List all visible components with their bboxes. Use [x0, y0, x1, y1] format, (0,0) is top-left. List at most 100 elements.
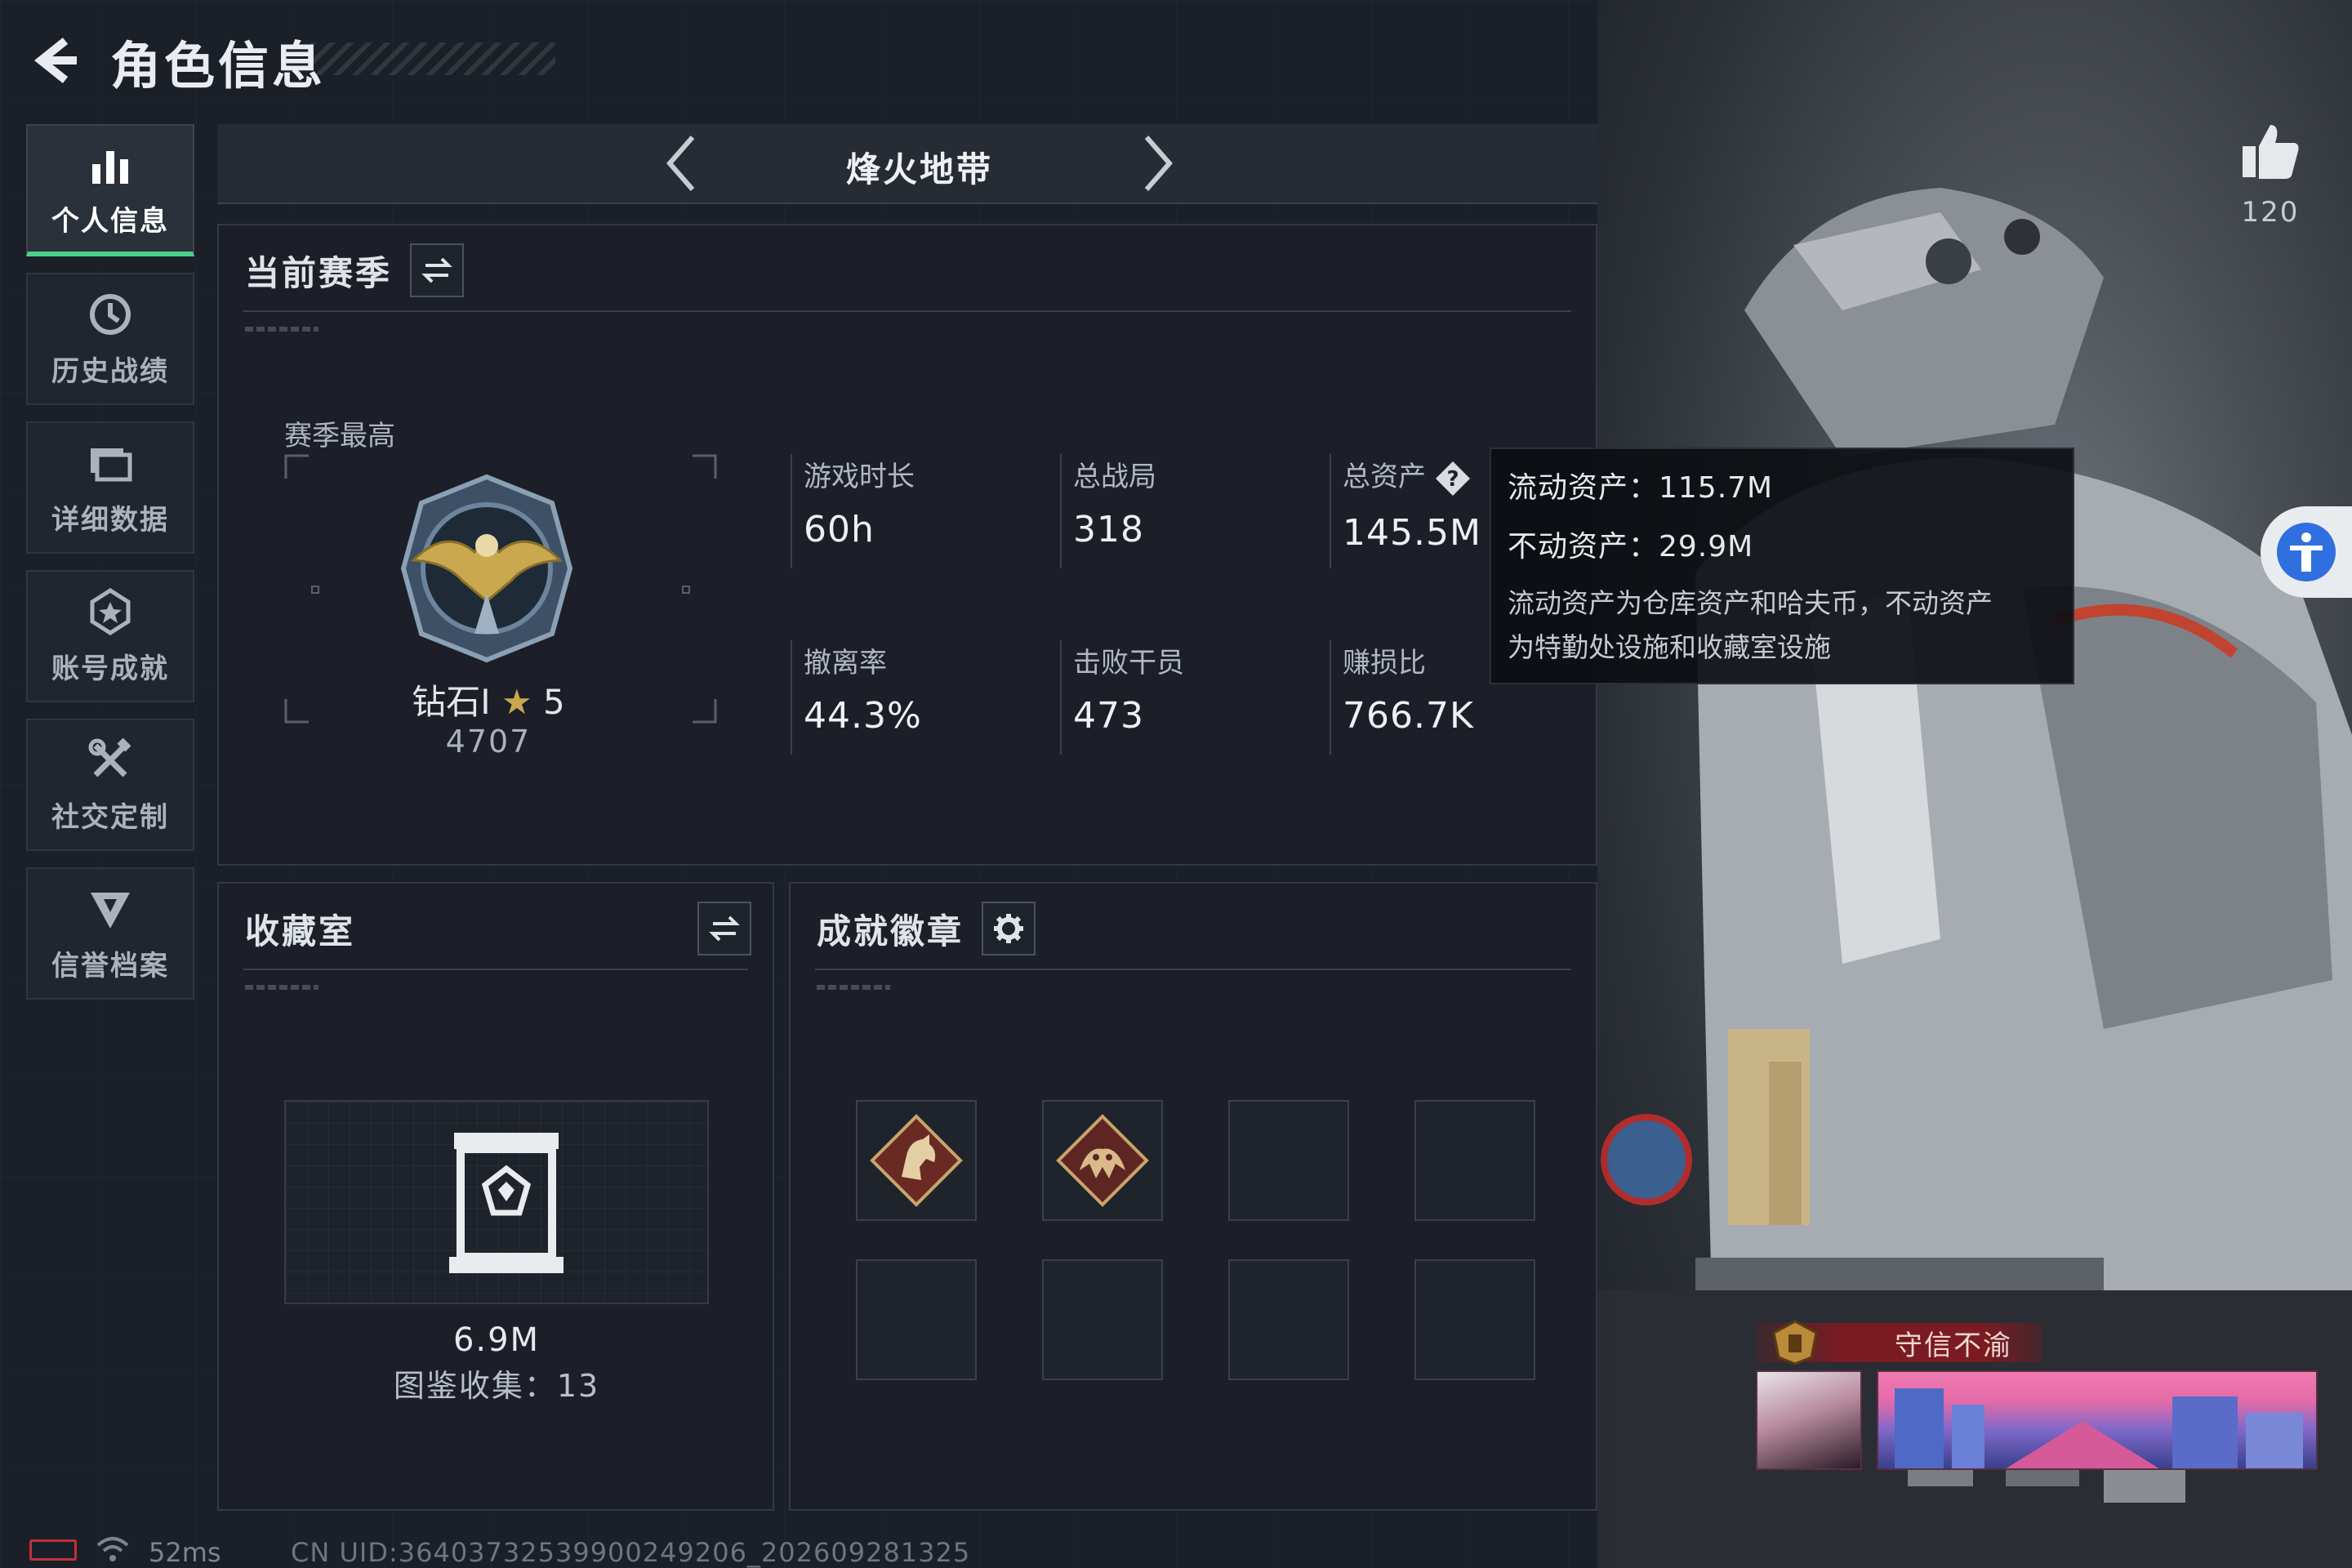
collection-value: 6.9M	[452, 1321, 541, 1359]
stat-profit-ratio: 赚损比 766.7K	[1330, 640, 1474, 755]
panel-title: 收藏室	[245, 911, 356, 951]
switch-season-button[interactable]	[410, 243, 465, 297]
bar-chart-icon	[92, 150, 128, 184]
stat-label: 撤离率	[804, 647, 887, 679]
player-title-text: 守信不渝	[1895, 1329, 2012, 1362]
accessibility-icon	[2277, 523, 2336, 581]
stat-value: 318	[1073, 509, 1144, 550]
svg-text:?: ?	[1446, 467, 1459, 492]
badge-slot[interactable]	[1042, 1100, 1163, 1221]
collection-count: 图鉴收集：13	[393, 1368, 600, 1404]
stat-playtime: 游戏时长 60h	[791, 454, 915, 568]
chevron-left-icon[interactable]	[650, 131, 715, 196]
history-clock-icon	[90, 293, 131, 335]
stat-total-assets: 总资产 ? 145.5M	[1330, 454, 1481, 568]
current-season-panel: 当前赛季 赛季最高 钻石Ⅰ ★ 5 4707 游戏时长 60h 总战局 318 …	[217, 224, 1597, 866]
sidebar-item-detailed-data[interactable]: 详细数据	[26, 421, 194, 554]
user-uid: CN UID:3640373253990024​9206_20260928132…	[291, 1537, 971, 1568]
tooltip-note-line: 为特勤处设施和收藏室设施	[1508, 631, 1831, 663]
stat-kills: 击败干员 473	[1060, 640, 1184, 755]
tooltip-liquid-assets: 流动资产：115.7M	[1508, 471, 1774, 505]
sidebar-item-label: 个人信息	[51, 204, 169, 238]
stat-value: 145.5M	[1343, 511, 1481, 554]
panel-title: 当前赛季	[245, 252, 393, 293]
stat-extract-rate: 撤离率 44.3%	[791, 640, 922, 755]
title-emblem-icon	[1772, 1320, 1818, 1365]
avatar[interactable]	[1756, 1370, 1862, 1470]
rank-score: 4707	[445, 724, 532, 760]
rank-stars: 5	[543, 682, 565, 722]
stat-label: 击败干员	[1073, 647, 1184, 679]
help-question-icon[interactable]: ?	[1434, 460, 1472, 497]
credibility-badge-icon	[91, 892, 130, 929]
page-title: 角色信息	[110, 36, 327, 96]
tooltip-note: 流动资产为仓库资产和哈夫币，不动资产 为特勤处设施和收藏室设施	[1508, 581, 2056, 670]
collection-room-panel: 收藏室 6.9M 图鉴收集：13	[217, 882, 774, 1511]
sidebar-item-label: 账号成就	[51, 652, 169, 685]
stat-value: 766.7K	[1343, 695, 1474, 737]
display-case-icon	[449, 1133, 564, 1273]
divider	[815, 969, 1571, 970]
profile-banner[interactable]	[1877, 1370, 2318, 1470]
badge-slot-empty[interactable]	[1228, 1100, 1349, 1221]
chevron-right-icon[interactable]	[1124, 131, 1189, 196]
mode-selector: 烽火地带	[217, 124, 1597, 204]
badge-slot[interactable]	[856, 1100, 977, 1221]
sidebar-item-achievements[interactable]: 账号成就	[26, 570, 194, 702]
sidebar-item-personal-info[interactable]: 个人信息	[26, 124, 194, 256]
wifi-icon	[96, 1537, 129, 1561]
achievement-star-icon	[90, 587, 131, 635]
sidebar-item-social-custom[interactable]: 社交定制	[26, 719, 194, 851]
stat-matches: 总战局 318	[1060, 454, 1156, 568]
tooltip-note-line: 流动资产为仓库资产和哈夫币，不动资产	[1508, 587, 1993, 619]
swap-icon	[709, 915, 740, 942]
tooltip-fixed-assets: 不动资产：29.9M	[1508, 530, 1754, 564]
season-best-label: 赛季最高	[284, 420, 395, 452]
back-arrow-icon[interactable]	[24, 31, 83, 90]
badge-slot-empty[interactable]	[1414, 1100, 1535, 1221]
panel-title: 成就徽章	[817, 911, 964, 951]
battery-low-icon	[29, 1539, 77, 1561]
collection-card[interactable]	[284, 1100, 709, 1304]
network-ping: 52ms	[149, 1537, 221, 1568]
achievement-badges-panel: 成就徽章	[789, 882, 1597, 1511]
stat-label: 赚损比	[1343, 647, 1426, 679]
badge-slot-empty[interactable]	[1414, 1259, 1535, 1380]
diamond-rank-emblem-icon	[400, 474, 573, 663]
sidebar-item-history[interactable]: 历史战绩	[26, 273, 194, 405]
badge-slot-empty[interactable]	[1042, 1259, 1163, 1380]
rank-name-row: 钻石Ⅰ ★ 5	[333, 675, 644, 724]
stat-label: 总资产 ?	[1343, 454, 1481, 497]
like-count: 120	[2241, 196, 2300, 229]
stat-value: 60h	[804, 509, 875, 550]
divider	[243, 310, 1571, 312]
badge-slot-empty[interactable]	[1228, 1259, 1349, 1380]
switch-collection-button[interactable]	[697, 902, 751, 956]
stat-value: 44.3%	[804, 695, 922, 737]
stat-label: 总战局	[1073, 461, 1156, 493]
stat-label: 游戏时长	[804, 461, 915, 493]
horse-badge-icon	[870, 1114, 963, 1207]
gear-icon	[994, 914, 1024, 943]
badge-settings-button[interactable]	[982, 902, 1036, 956]
stat-value: 473	[1073, 695, 1144, 737]
swap-icon	[421, 257, 452, 283]
badge-slot-empty[interactable]	[856, 1259, 977, 1380]
thumbs-up-icon[interactable]	[2238, 118, 2303, 184]
folder-data-icon	[91, 448, 132, 481]
divider-tick	[245, 327, 318, 332]
sidebar-item-credibility[interactable]: 信誉档案	[26, 867, 194, 1000]
assets-tooltip: 流动资产：115.7M 不动资产：29.9M 流动资产为仓库资产和哈夫币，不动资…	[1490, 448, 2074, 684]
sidebar-item-label: 信誉档案	[51, 949, 169, 982]
divider-tick	[245, 985, 318, 990]
tools-wrench-icon	[88, 737, 131, 777]
accessibility-button[interactable]	[2261, 506, 2352, 598]
sidebar-item-label: 详细数据	[51, 503, 169, 537]
rank-star-icon: ★	[501, 682, 532, 722]
sidebar-item-label: 历史战绩	[51, 354, 169, 388]
dragon-badge-icon	[1056, 1114, 1149, 1207]
sidebar-item-label: 社交定制	[51, 800, 169, 834]
banner-cityscape-illustration	[1895, 1388, 2303, 1468]
divider-tick	[817, 985, 890, 990]
mode-title: 烽火地带	[845, 149, 993, 189]
